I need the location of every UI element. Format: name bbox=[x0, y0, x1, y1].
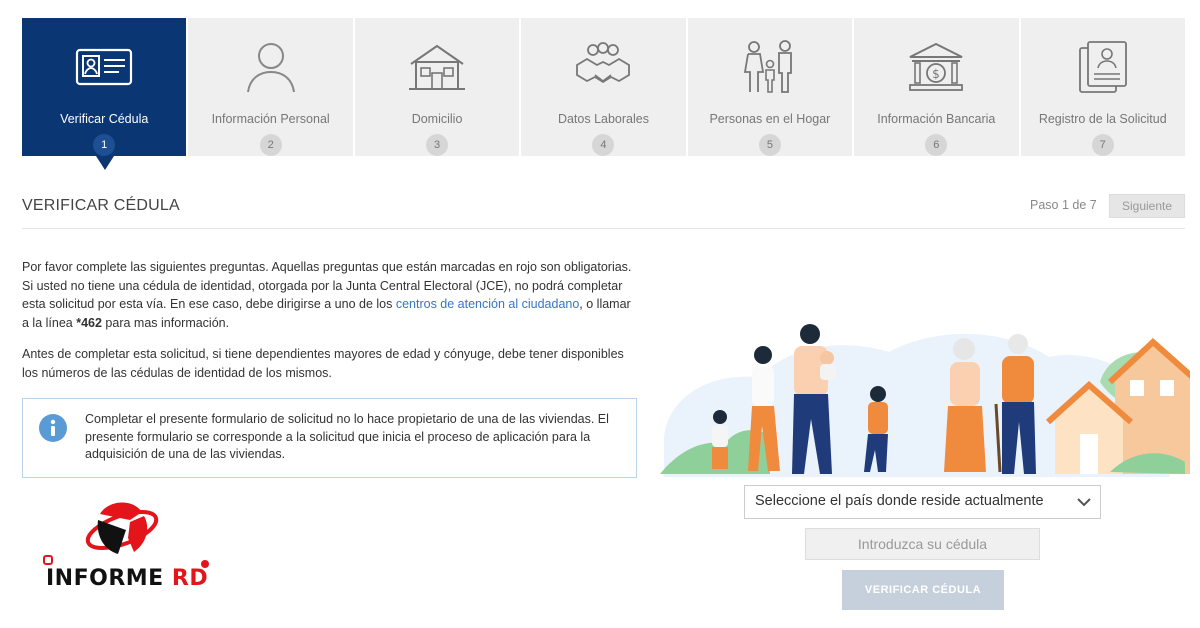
intro-text: para mas información. bbox=[101, 315, 230, 330]
step-number: 1 bbox=[93, 134, 116, 156]
step-personas-hogar[interactable]: Personas en el Hogar 5 bbox=[687, 18, 853, 156]
step-indicator: Paso 1 de 7 bbox=[1030, 198, 1097, 212]
step-registro-solicitud[interactable]: Registro de la Solicitud 7 bbox=[1020, 18, 1185, 156]
stepper: Verificar Cédula 1 Información Personal … bbox=[22, 18, 1185, 156]
step-label: Información Bancaria bbox=[877, 112, 996, 126]
logo-emblem-icon bbox=[43, 502, 209, 568]
country-select[interactable]: Seleccione el país donde reside actualme… bbox=[744, 485, 1101, 519]
info-icon bbox=[39, 414, 67, 442]
logo-text-informe: INFORME bbox=[46, 566, 164, 591]
step-label: Datos Laborales bbox=[557, 112, 649, 126]
svg-text:$: $ bbox=[932, 67, 940, 81]
active-step-pointer bbox=[96, 156, 114, 170]
logo-wordmark: INFORME RD bbox=[46, 566, 208, 591]
dependents-paragraph: Antes de completar esta solicitud, si ti… bbox=[22, 347, 624, 380]
phone-number: *462 bbox=[76, 315, 102, 330]
step-number: 3 bbox=[426, 134, 449, 156]
family-icon bbox=[741, 36, 799, 98]
step-informacion-personal[interactable]: Información Personal 2 bbox=[188, 18, 353, 156]
bank-icon: $ bbox=[906, 36, 966, 98]
cedula-input[interactable]: Introduzca su cédula bbox=[805, 528, 1040, 560]
step-number: 7 bbox=[1091, 134, 1114, 156]
document-icon bbox=[1076, 36, 1130, 98]
section-title: VERIFICAR CÉDULA bbox=[22, 197, 180, 214]
next-button[interactable]: Siguiente bbox=[1109, 194, 1185, 218]
verify-cedula-button[interactable]: VERIFICAR CÉDULA bbox=[842, 570, 1004, 610]
chevron-down-icon bbox=[1076, 496, 1092, 512]
intro-paragraph: Por favor complete las siguientes pregun… bbox=[22, 258, 632, 332]
step-informacion-bancaria[interactable]: $ Información Bancaria 6 bbox=[854, 18, 1019, 156]
step-label: Personas en el Hogar bbox=[709, 112, 831, 126]
service-centers-link[interactable]: centros de atención al ciudadano bbox=[396, 297, 579, 311]
step-label: Domicilio bbox=[411, 112, 463, 126]
id-card-icon bbox=[75, 36, 133, 98]
step-verificar-cedula[interactable]: Verificar Cédula 1 bbox=[22, 18, 187, 156]
house-icon bbox=[407, 36, 467, 98]
step-number: 4 bbox=[592, 134, 615, 156]
step-label: Información Personal bbox=[211, 112, 330, 126]
handshake-icon bbox=[573, 36, 633, 98]
page: Verificar Cédula 1 Información Personal … bbox=[0, 0, 1200, 628]
logo-text-rd: RD bbox=[171, 566, 209, 591]
step-number: 2 bbox=[259, 134, 282, 156]
family-house-illustration bbox=[660, 324, 1190, 477]
informe-rd-logo: INFORME RD bbox=[40, 500, 220, 595]
step-label: Registro de la Solicitud bbox=[1038, 112, 1167, 126]
person-icon bbox=[243, 36, 299, 98]
step-domicilio[interactable]: Domicilio 3 bbox=[354, 18, 520, 156]
step-label: Verificar Cédula bbox=[60, 112, 149, 126]
step-datos-laborales[interactable]: Datos Laborales 4 bbox=[521, 18, 686, 156]
step-number: 6 bbox=[925, 134, 948, 156]
alert-text: Completar el presente formulario de soli… bbox=[85, 412, 609, 461]
step-number: 5 bbox=[758, 134, 781, 156]
divider bbox=[22, 228, 1185, 229]
country-select-value: Seleccione el país donde reside actualme… bbox=[755, 493, 1044, 509]
info-alert: Completar el presente formulario de soli… bbox=[22, 398, 637, 478]
